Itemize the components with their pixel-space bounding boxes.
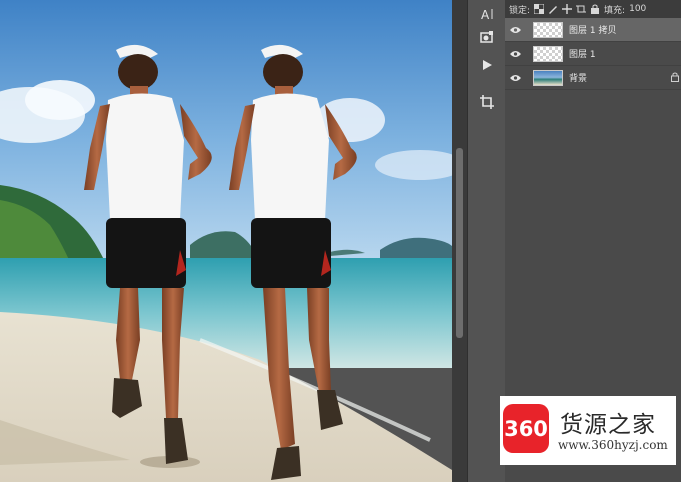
lock-artboard-icon[interactable]: [576, 4, 587, 14]
3d-object-icon[interactable]: [468, 24, 505, 52]
layer-thumbnail: [533, 21, 563, 38]
eye-icon[interactable]: [505, 50, 525, 58]
crop-icon[interactable]: [468, 88, 505, 116]
watermark-title: 货源之家: [560, 412, 656, 438]
layer-name: 图层 1: [569, 50, 596, 60]
lock-position-icon[interactable]: [562, 4, 573, 14]
fill-label: 填充:: [604, 5, 626, 16]
lock-transparent-pixels-icon[interactable]: [534, 4, 545, 14]
scrollbar-thumb[interactable]: [456, 148, 463, 338]
lock-label: 锁定:: [509, 5, 531, 16]
play-icon[interactable]: [468, 51, 505, 79]
watermark-badge: 360: [503, 404, 549, 453]
layer-name: 图层 1 拷贝: [569, 26, 617, 36]
layer-name: 背景: [569, 74, 588, 84]
layer-row[interactable]: 图层 1: [505, 42, 681, 66]
layer-thumbnail: [533, 45, 563, 62]
lock-bar: 锁定: 填充: 100: [505, 0, 681, 18]
layer-row[interactable]: 图层 1 拷贝: [505, 18, 681, 42]
layer-row[interactable]: 背景: [505, 66, 681, 90]
layer-thumbnail: [533, 69, 563, 86]
beach-runners-photo: [0, 0, 452, 482]
canvas-scrollbar[interactable]: [452, 0, 467, 482]
site-watermark: 360 货源之家 www.360hyzj.com: [500, 396, 676, 465]
watermark-url: www.360hyzj.com: [558, 438, 668, 452]
svg-text:A: A: [481, 8, 490, 21]
document-canvas[interactable]: [0, 0, 452, 482]
lock-all-icon[interactable]: [590, 4, 600, 14]
lock-icon: [671, 72, 679, 82]
eye-icon[interactable]: [505, 74, 525, 82]
lock-image-pixels-icon[interactable]: [548, 4, 558, 14]
fill-value[interactable]: 100: [629, 4, 646, 14]
eye-icon[interactable]: [505, 26, 525, 34]
